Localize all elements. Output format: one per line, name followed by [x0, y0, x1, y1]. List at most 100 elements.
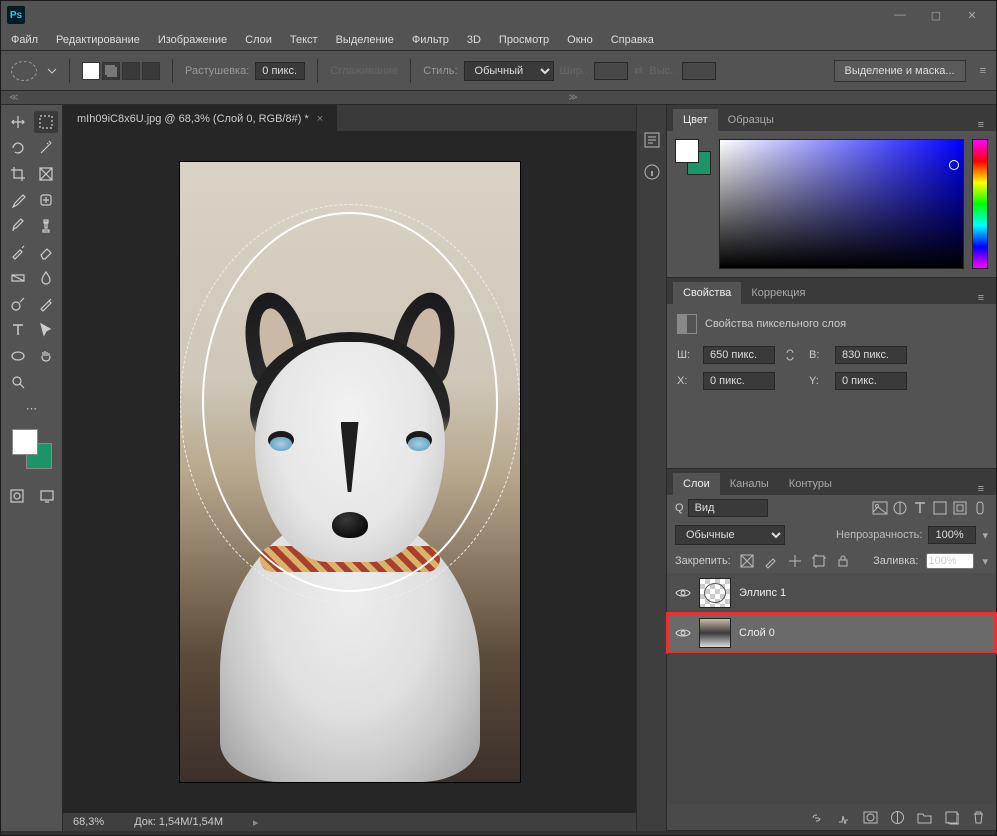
- marquee-tool[interactable]: [34, 111, 58, 133]
- chevron-right-icon[interactable]: ≫: [568, 92, 577, 103]
- layers-panel-menu-icon[interactable]: ≡: [972, 483, 990, 495]
- filter-image-icon[interactable]: [872, 500, 888, 516]
- info-panel-icon[interactable]: [643, 163, 661, 181]
- more-tools[interactable]: ⋯: [20, 397, 44, 419]
- selection-add-icon[interactable]: [102, 62, 120, 80]
- tab-channels[interactable]: Каналы: [720, 473, 779, 495]
- tab-color[interactable]: Цвет: [673, 109, 718, 131]
- filter-toggle[interactable]: [972, 500, 988, 516]
- selection-intersect-icon[interactable]: [142, 62, 160, 80]
- color-swatch-pair[interactable]: [675, 139, 711, 175]
- blend-mode-select[interactable]: Обычные: [675, 525, 785, 545]
- menu-3d[interactable]: 3D: [467, 34, 481, 46]
- hand-tool[interactable]: [34, 345, 58, 367]
- foreground-color-swatch[interactable]: [12, 429, 38, 455]
- prop-y-input[interactable]: [835, 372, 907, 390]
- group-icon[interactable]: [917, 810, 932, 825]
- close-button[interactable]: ✕: [954, 4, 990, 26]
- current-tool-icon[interactable]: [11, 61, 37, 81]
- minimize-button[interactable]: ―: [882, 4, 918, 26]
- shape-tool[interactable]: [6, 345, 30, 367]
- filter-adjust-icon[interactable]: [892, 500, 908, 516]
- style-select[interactable]: Обычный: [464, 61, 554, 81]
- chevron-down-icon[interactable]: [47, 66, 57, 76]
- tab-paths[interactable]: Контуры: [779, 473, 842, 495]
- menu-image[interactable]: Изображение: [158, 34, 227, 46]
- healing-tool[interactable]: [34, 189, 58, 211]
- layer-filter-select[interactable]: [688, 499, 768, 517]
- eraser-tool[interactable]: [34, 241, 58, 263]
- layer-fx-icon[interactable]: [836, 810, 851, 825]
- hue-slider[interactable]: [972, 139, 988, 269]
- properties-panel-menu-icon[interactable]: ≡: [972, 292, 990, 304]
- layer-thumbnail[interactable]: [699, 578, 731, 608]
- link-layers-icon[interactable]: [809, 810, 824, 825]
- layer-thumbnail[interactable]: [699, 618, 731, 648]
- layer-name[interactable]: Слой 0: [739, 627, 775, 639]
- doc-size-status[interactable]: Док: 1,54M/1,54M: [134, 816, 223, 828]
- lock-all-icon[interactable]: [835, 553, 851, 569]
- visibility-toggle[interactable]: [675, 585, 691, 601]
- frame-tool[interactable]: [34, 163, 58, 185]
- lock-brush-icon[interactable]: [763, 553, 779, 569]
- eyedropper-tool[interactable]: [6, 189, 30, 211]
- history-panel-icon[interactable]: [643, 131, 661, 149]
- color-panel-menu-icon[interactable]: ≡: [972, 119, 990, 131]
- lock-pixels-icon[interactable]: [739, 553, 755, 569]
- tab-layers[interactable]: Слои: [673, 473, 720, 495]
- menu-edit[interactable]: Редактирование: [56, 34, 140, 46]
- status-menu-chevron[interactable]: ▸: [253, 816, 259, 829]
- magic-wand-tool[interactable]: [34, 137, 58, 159]
- prop-w-input[interactable]: [703, 346, 775, 364]
- chevron-left-icon[interactable]: ≪: [9, 92, 18, 103]
- document-tab[interactable]: mIh09iC8x6U.jpg @ 68,3% (Слой 0, RGB/8#)…: [63, 105, 337, 131]
- selection-new-icon[interactable]: [82, 62, 100, 80]
- prop-h-input[interactable]: [835, 346, 907, 364]
- new-layer-icon[interactable]: [944, 810, 959, 825]
- visibility-toggle[interactable]: [675, 625, 691, 641]
- filter-smart-icon[interactable]: [952, 500, 968, 516]
- menu-layers[interactable]: Слои: [245, 34, 272, 46]
- feather-input[interactable]: [255, 62, 305, 80]
- menu-filter[interactable]: Фильтр: [412, 34, 449, 46]
- tab-adjustments[interactable]: Коррекция: [741, 282, 815, 304]
- dodge-tool[interactable]: [6, 293, 30, 315]
- lasso-tool[interactable]: [6, 137, 30, 159]
- filter-type-icon[interactable]: [912, 500, 928, 516]
- close-tab-icon[interactable]: ×: [317, 113, 323, 125]
- delete-layer-icon[interactable]: [971, 810, 986, 825]
- type-tool[interactable]: [6, 319, 30, 341]
- select-and-mask-button[interactable]: Выделение и маска...: [834, 60, 966, 82]
- layer-item-ellipse[interactable]: Эллипс 1: [667, 573, 996, 613]
- menu-file[interactable]: Файл: [11, 34, 38, 46]
- stamp-tool[interactable]: [34, 215, 58, 237]
- tab-swatches[interactable]: Образцы: [718, 109, 784, 131]
- foreground-background-colors[interactable]: [12, 429, 52, 469]
- pen-tool[interactable]: [34, 293, 58, 315]
- lock-artboard-icon[interactable]: [811, 553, 827, 569]
- link-wh-icon[interactable]: [783, 348, 801, 362]
- zoom-tool[interactable]: [6, 371, 30, 393]
- fill-input[interactable]: [926, 553, 974, 569]
- quickmask-tool[interactable]: [5, 485, 29, 507]
- menu-select[interactable]: Выделение: [336, 34, 394, 46]
- move-tool[interactable]: [6, 111, 30, 133]
- crop-tool[interactable]: [6, 163, 30, 185]
- color-picker-field[interactable]: [719, 139, 964, 269]
- menu-view[interactable]: Просмотр: [499, 34, 549, 46]
- brush-tool[interactable]: [6, 215, 30, 237]
- layer-item-background[interactable]: Слой 0: [667, 613, 996, 653]
- selection-subtract-icon[interactable]: [122, 62, 140, 80]
- opacity-input[interactable]: [928, 526, 976, 544]
- optionsbar-menu-icon[interactable]: ≡: [980, 65, 986, 77]
- menu-window[interactable]: Окно: [567, 34, 593, 46]
- zoom-level[interactable]: 68,3%: [73, 816, 104, 828]
- layer-name[interactable]: Эллипс 1: [739, 587, 786, 599]
- adjustment-layer-icon[interactable]: [890, 810, 905, 825]
- tab-properties[interactable]: Свойства: [673, 282, 741, 304]
- path-select-tool[interactable]: [34, 319, 58, 341]
- prop-x-input[interactable]: [703, 372, 775, 390]
- menu-help[interactable]: Справка: [611, 34, 654, 46]
- screenmode-tool[interactable]: [35, 485, 59, 507]
- gradient-tool[interactable]: [6, 267, 30, 289]
